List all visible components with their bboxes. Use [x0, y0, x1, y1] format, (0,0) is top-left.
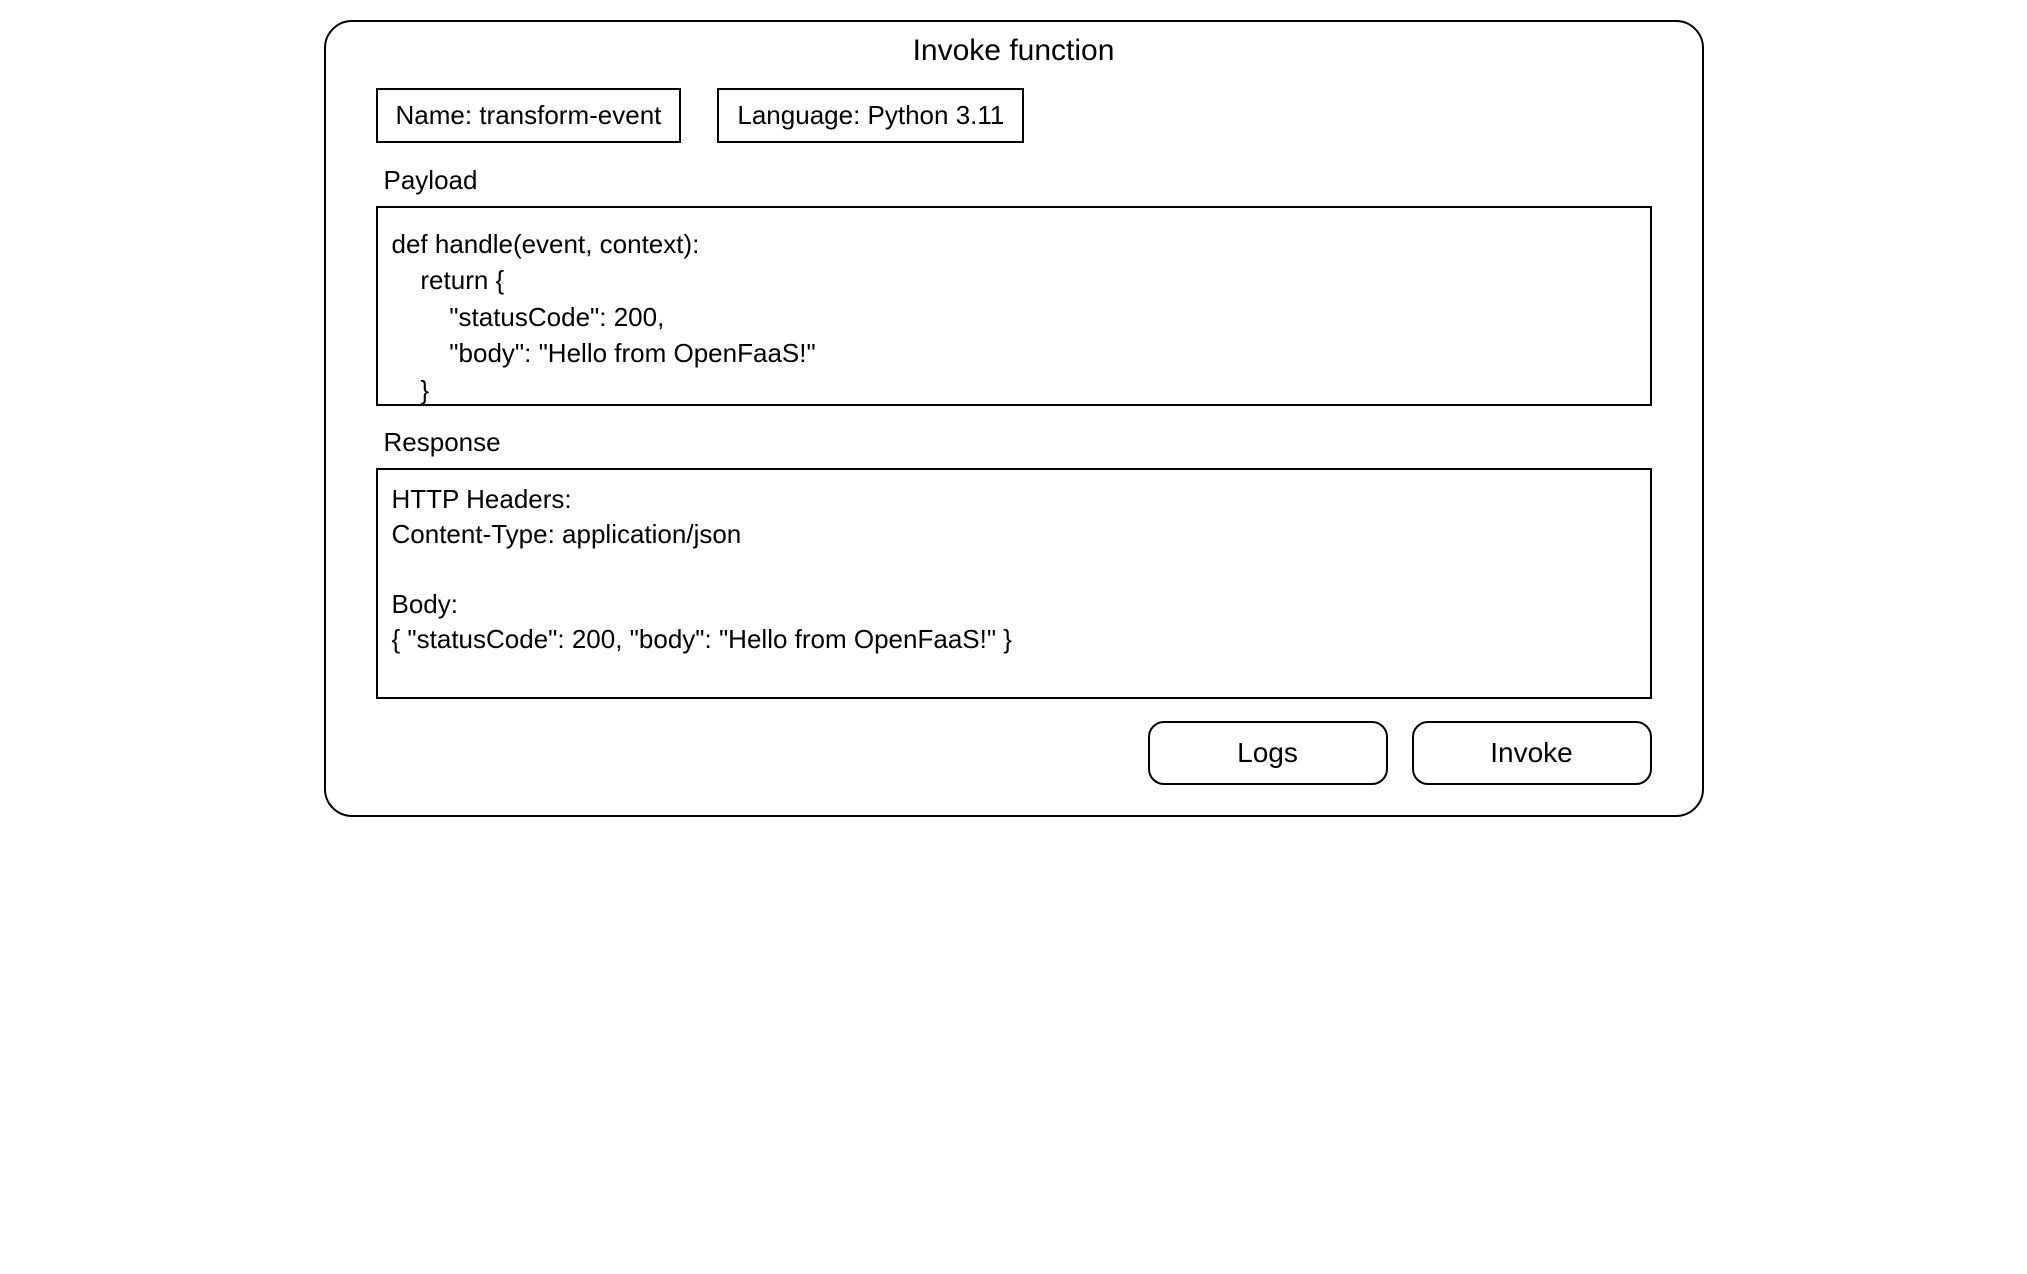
response-label: Response	[384, 427, 1652, 458]
response-output: HTTP Headers: Content-Type: application/…	[376, 468, 1652, 699]
meta-row: Name: transform-event Language: Python 3…	[376, 88, 1652, 143]
name-value: transform-event	[479, 100, 661, 130]
invoke-button[interactable]: Invoke	[1412, 721, 1652, 785]
name-box: Name: transform-event	[376, 88, 682, 143]
panel-title: Invoke function	[376, 34, 1652, 68]
language-box: Language: Python 3.11	[717, 88, 1024, 143]
name-label: Name:	[396, 100, 473, 130]
button-row: Logs Invoke	[376, 721, 1652, 785]
language-value: Python 3.11	[868, 100, 1005, 130]
logs-button[interactable]: Logs	[1148, 721, 1388, 785]
language-label: Language:	[737, 100, 860, 130]
invoke-function-panel: Invoke function Name: transform-event La…	[324, 20, 1704, 817]
payload-label: Payload	[384, 165, 1652, 196]
payload-input[interactable]	[376, 206, 1652, 406]
